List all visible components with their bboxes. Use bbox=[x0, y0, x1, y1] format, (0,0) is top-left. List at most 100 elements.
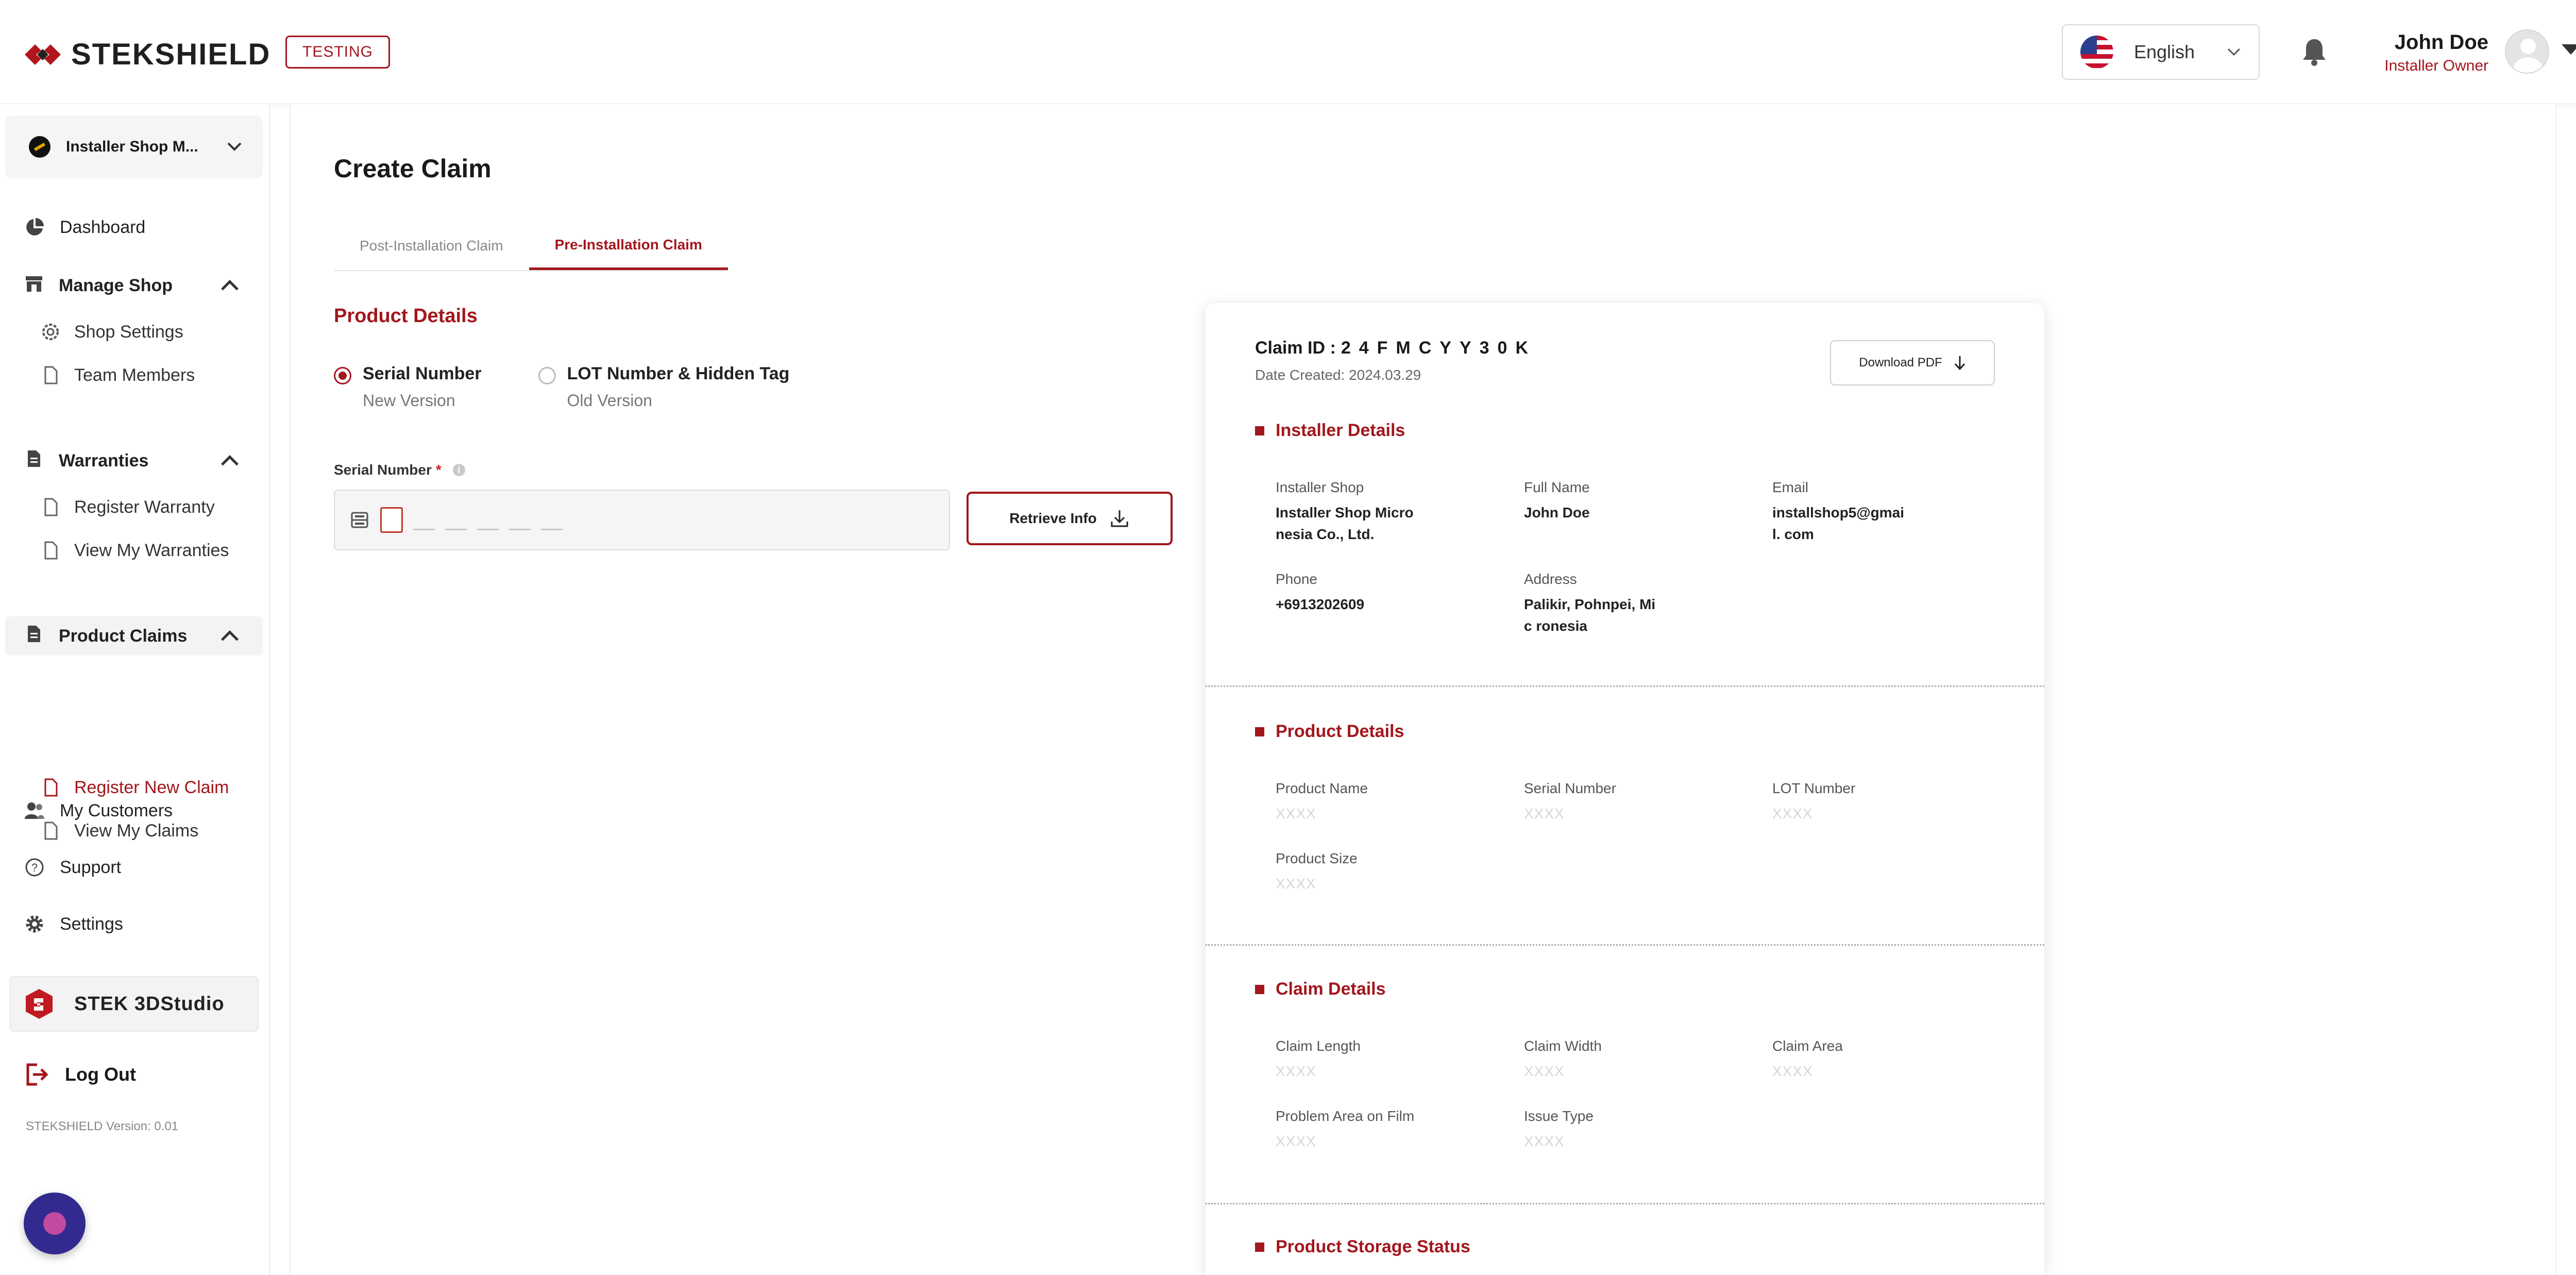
field-value: John Doe bbox=[1524, 505, 1590, 521]
document-icon bbox=[44, 541, 58, 560]
field-value: XXXX bbox=[1772, 1063, 1813, 1079]
sidebar-item-label: Dashboard bbox=[60, 217, 146, 237]
field-value: XXXX bbox=[1276, 806, 1316, 821]
serial-number-input[interactable] bbox=[334, 490, 950, 550]
stekshield-logo[interactable]: STEKSHIELD bbox=[24, 37, 270, 72]
claim-width-field: Claim Width XXXX bbox=[1524, 1038, 1663, 1082]
field-value: XXXX bbox=[1524, 1133, 1565, 1149]
claim-length-field: Claim Length XXXX bbox=[1276, 1038, 1415, 1082]
field-value: XXXX bbox=[1524, 1063, 1565, 1079]
installer-details-title: Installer Details bbox=[1255, 421, 1405, 441]
sidebar-section-label: Manage Shop bbox=[59, 275, 173, 295]
sidebar-item-shop-settings[interactable]: Shop Settings bbox=[40, 322, 183, 342]
user-role: Installer Owner bbox=[2384, 57, 2488, 74]
product-details-title: Product Details bbox=[334, 305, 478, 327]
radio-serial-number[interactable]: Serial Number New Version bbox=[334, 364, 482, 410]
field-label: Claim Area bbox=[1772, 1038, 1843, 1054]
document-filled-icon bbox=[24, 624, 44, 649]
tab-pre-installation-claim[interactable]: Pre-Installation Claim bbox=[529, 222, 728, 270]
field-label: Address bbox=[1524, 571, 1577, 587]
notification-bell-icon[interactable] bbox=[2301, 37, 2328, 66]
svg-text:?: ? bbox=[31, 861, 38, 874]
shop-name: Installer Shop M... bbox=[66, 138, 198, 155]
field-value: installshop5@gmail. com bbox=[1772, 505, 1905, 542]
pie-chart-icon bbox=[24, 216, 45, 238]
claim-details-title: Claim Details bbox=[1255, 979, 1386, 999]
download-pdf-button[interactable]: Download PDF bbox=[1830, 340, 1995, 385]
top-header: STEKSHIELD TESTING English John Doe Inst… bbox=[0, 0, 2576, 104]
sidebar-item-team-members[interactable]: Team Members bbox=[40, 365, 195, 385]
section-marker bbox=[1255, 426, 1264, 435]
info-icon[interactable]: i bbox=[452, 464, 465, 476]
field-label: Serial Number bbox=[1524, 780, 1616, 796]
sidebar-section-manage-shop[interactable]: Manage Shop bbox=[5, 266, 263, 305]
radio-subtitle: Old Version bbox=[567, 391, 652, 410]
sidebar-item-label: View My Claims bbox=[74, 820, 199, 841]
logout-icon bbox=[26, 1063, 48, 1086]
radio-subtitle: New Version bbox=[363, 391, 455, 410]
sidebar-item-view-claims[interactable]: View My Claims bbox=[40, 820, 198, 841]
logo-text: STEKSHIELD bbox=[71, 38, 271, 71]
section-title-text: Product Storage Status bbox=[1276, 1237, 1470, 1256]
field-label: Installer Shop bbox=[1276, 479, 1364, 495]
serial-char-slot[interactable] bbox=[509, 528, 531, 530]
installer-shop-field: Installer Shop Installer Shop Micro nesi… bbox=[1276, 479, 1415, 545]
serial-char-slot[interactable] bbox=[477, 528, 499, 530]
radio-lot-number[interactable]: LOT Number & Hidden Tag Old Version bbox=[538, 364, 789, 410]
sidebar-item-settings[interactable]: Settings bbox=[24, 913, 123, 935]
document-filled-icon bbox=[24, 448, 44, 474]
field-value: XXXX bbox=[1276, 1133, 1316, 1149]
sidebar-item-view-warranties[interactable]: View My Warranties bbox=[40, 540, 229, 561]
page-title: Create Claim bbox=[334, 154, 492, 183]
field-value: Palikir, Pohnpei, Mic ronesia bbox=[1524, 596, 1656, 634]
claim-area-field: Claim Area XXXX bbox=[1772, 1038, 1911, 1082]
field-label: LOT Number bbox=[1772, 780, 1856, 796]
field-value: XXXX bbox=[1524, 806, 1565, 821]
logout-button[interactable]: Log Out bbox=[24, 1062, 136, 1087]
user-menu-caret-icon[interactable] bbox=[2562, 44, 2576, 55]
field-label: Issue Type bbox=[1524, 1108, 1594, 1124]
sidebar-section-warranties[interactable]: Warranties bbox=[5, 441, 263, 480]
section-marker bbox=[1255, 984, 1264, 994]
sidebar-item-label: Team Members bbox=[74, 365, 195, 385]
us-flag-icon bbox=[2080, 36, 2113, 69]
field-label: Problem Area on Film bbox=[1276, 1108, 1415, 1124]
section-divider bbox=[1206, 685, 2044, 687]
radio-button[interactable] bbox=[334, 367, 351, 384]
user-name: John Doe bbox=[2394, 31, 2488, 54]
claim-id-value: 24FMCYY30K bbox=[1341, 338, 1537, 358]
avatar[interactable] bbox=[2505, 29, 2549, 74]
tab-post-installation-claim[interactable]: Post-Installation Claim bbox=[334, 222, 529, 270]
stek-3dstudio-logo-icon bbox=[26, 989, 53, 1019]
serial-char-slot[interactable] bbox=[541, 528, 563, 530]
language-label: English bbox=[2134, 41, 2195, 62]
sidebar-item-dashboard[interactable]: Dashboard bbox=[24, 216, 145, 238]
environment-badge: TESTING bbox=[285, 36, 391, 69]
chat-launcher-button[interactable] bbox=[24, 1193, 86, 1254]
serial-char-slot[interactable] bbox=[445, 528, 467, 530]
section-title-text: Installer Details bbox=[1276, 421, 1405, 440]
serial-char-box[interactable] bbox=[380, 507, 403, 533]
serial-char-slot[interactable] bbox=[413, 528, 435, 530]
download-icon bbox=[1111, 510, 1128, 527]
shop-switcher[interactable]: Installer Shop M... bbox=[5, 115, 263, 178]
sidebar-section-product-claims[interactable]: Product Claims bbox=[5, 616, 263, 656]
sidebar-item-my-customers[interactable]: My Customers bbox=[24, 800, 173, 821]
stek-3dstudio-link[interactable]: STEK 3DStudio bbox=[9, 976, 259, 1032]
field-label: Product Name bbox=[1276, 780, 1368, 796]
retrieve-info-button[interactable]: Retrieve Info bbox=[967, 492, 1173, 545]
serial-number-field: Serial Number XXXX bbox=[1524, 780, 1663, 825]
sidebar-item-register-warranty[interactable]: Register Warranty bbox=[40, 497, 215, 517]
phone-field: Phone +6913202609 bbox=[1276, 571, 1415, 615]
sidebar-item-support[interactable]: ? Support bbox=[24, 857, 121, 878]
retrieve-info-label: Retrieve Info bbox=[1009, 510, 1097, 526]
user-info[interactable]: John Doe Installer Owner bbox=[2384, 31, 2488, 75]
language-select[interactable]: English bbox=[2062, 24, 2260, 80]
field-label: Full Name bbox=[1524, 479, 1590, 495]
chevron-down-icon bbox=[227, 142, 242, 151]
product-name-field: Product Name XXXX bbox=[1276, 780, 1415, 825]
studio-label: STEK 3DStudio bbox=[74, 993, 225, 1015]
sidebar-item-register-new-claim[interactable]: Register New Claim bbox=[40, 777, 229, 798]
document-icon bbox=[44, 366, 58, 384]
radio-button[interactable] bbox=[538, 367, 556, 384]
